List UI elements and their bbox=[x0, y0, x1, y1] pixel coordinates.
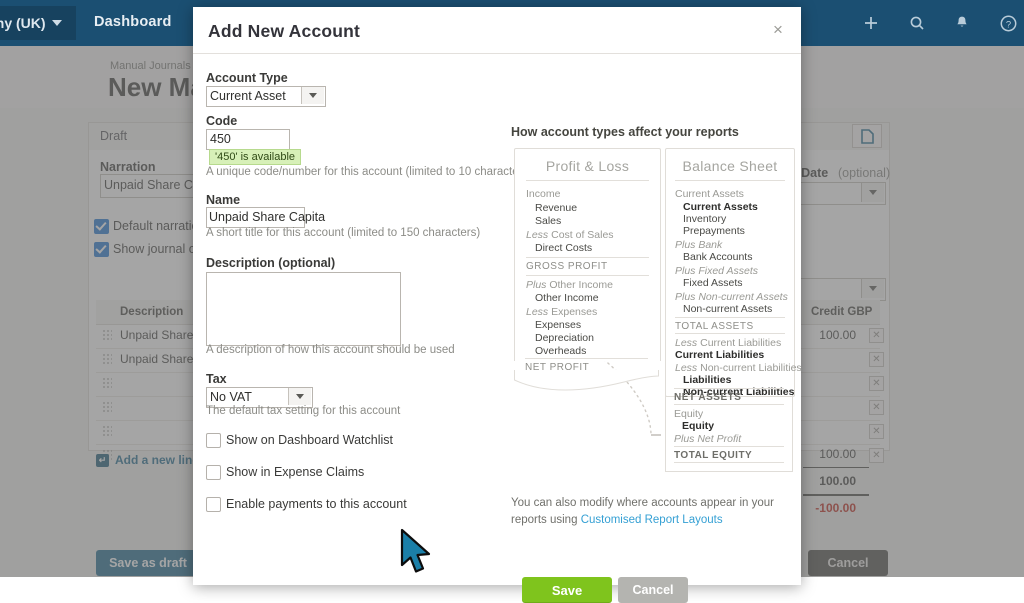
bs-line-total: NET ASSETS bbox=[674, 392, 742, 403]
pl-line-item: Overheads bbox=[535, 345, 587, 357]
pl-line-group: Less Cost of Sales bbox=[526, 229, 614, 241]
bs-line-item: Prepayments bbox=[683, 225, 745, 237]
nav-item-dashboard[interactable]: Dashboard bbox=[94, 14, 172, 30]
explain-heading: How account types affect your reports bbox=[511, 125, 739, 139]
chevron-down-icon bbox=[51, 20, 62, 26]
tax-dropdown-arrow[interactable] bbox=[288, 388, 311, 405]
pl-line-total: GROSS PROFIT bbox=[526, 261, 608, 272]
balance-sheet-card-bottom-edge bbox=[665, 471, 793, 472]
description-hint: A description of how this account should… bbox=[206, 344, 455, 356]
profit-and-loss-card: Profit & Loss Income Revenue Sales Less … bbox=[514, 148, 661, 361]
customised-report-layouts-link[interactable]: Customised Report Layouts bbox=[581, 514, 723, 526]
bs-line-item: Equity bbox=[682, 420, 715, 432]
bs-line-group: Plus Net Profit bbox=[674, 433, 742, 445]
name-label: Name bbox=[206, 193, 241, 207]
add-new-account-dialog: Add New Account × Account Type Current A… bbox=[193, 7, 802, 603]
bs-line-total: TOTAL EQUITY bbox=[674, 450, 753, 461]
tax-value: No VAT bbox=[210, 390, 252, 404]
pl-line-item: Sales bbox=[535, 215, 562, 227]
description-textarea[interactable] bbox=[206, 272, 401, 346]
balance-sheet-title: Balance Sheet bbox=[682, 158, 778, 174]
show-on-dashboard-watchlist-checkbox[interactable] bbox=[206, 433, 221, 448]
help-icon[interactable]: ? bbox=[997, 12, 1019, 34]
bs-line-total: TOTAL ASSETS bbox=[675, 321, 754, 332]
code-value: 450 bbox=[210, 132, 231, 146]
pl-line-item: Revenue bbox=[535, 202, 578, 214]
bs-line-group: Current Assets bbox=[675, 188, 744, 200]
bs-line-group: Plus Non-current Assets bbox=[675, 291, 788, 303]
name-hint: A short title for this account (limited … bbox=[206, 227, 481, 239]
enable-payments-checkbox[interactable] bbox=[206, 497, 221, 512]
balance-sheet-card: Balance Sheet Current Assets Current Ass… bbox=[665, 148, 802, 398]
pl-line-group: Plus Other Income bbox=[526, 279, 613, 291]
bs-line-item: Bank Accounts bbox=[683, 251, 753, 263]
pl-line-item: Expenses bbox=[535, 319, 582, 331]
account-type-value: Current Asset bbox=[210, 89, 286, 103]
bs-line-item: Inventory bbox=[683, 213, 727, 225]
pl-line-item: Depreciation bbox=[535, 332, 594, 344]
balance-sheet-card-left-edge bbox=[665, 395, 666, 472]
bs-line-group: Less Current Liabilities bbox=[675, 337, 782, 349]
pl-line-item: Direct Costs bbox=[535, 242, 593, 254]
code-label: Code bbox=[206, 114, 238, 128]
dialog-title: Add New Account bbox=[208, 21, 361, 41]
report-layout-note: You can also modify where accounts appea… bbox=[511, 495, 791, 528]
bs-line-item: Non-current Assets bbox=[683, 303, 773, 315]
name-value: Unpaid Share Capita bbox=[209, 210, 326, 224]
pl-card-torn-edge bbox=[514, 370, 659, 391]
dialog-header: Add New Account × bbox=[193, 7, 801, 54]
save-button-label: Save bbox=[551, 582, 583, 598]
plus-icon[interactable] bbox=[860, 12, 882, 34]
balance-sheet-card-right-edge bbox=[792, 395, 793, 472]
account-type-label: Account Type bbox=[206, 71, 288, 85]
show-on-dashboard-watchlist-label: Show on Dashboard Watchlist bbox=[226, 433, 393, 447]
close-icon[interactable]: × bbox=[767, 19, 789, 41]
search-icon[interactable] bbox=[906, 12, 928, 34]
show-in-expense-claims-checkbox[interactable] bbox=[206, 465, 221, 480]
bs-line-group: Less Non-current Liabilities bbox=[675, 362, 802, 374]
account-type-dropdown-arrow[interactable] bbox=[301, 87, 324, 104]
pl-line-group: Income bbox=[526, 188, 561, 200]
bs-line-item: Fixed Assets bbox=[683, 277, 743, 289]
enable-payments-label: Enable payments to this account bbox=[226, 497, 407, 511]
tax-label: Tax bbox=[206, 372, 227, 386]
description-label: Description (optional) bbox=[206, 256, 336, 270]
bs-line-item-selected: Current Assets bbox=[683, 201, 758, 213]
code-hint: A unique code/number for this account (l… bbox=[206, 166, 533, 178]
svg-text:?: ? bbox=[1005, 19, 1010, 30]
profit-and-loss-title: Profit & Loss bbox=[545, 158, 630, 174]
bs-line-item: Liabilities bbox=[683, 374, 732, 386]
bs-line-item: Current Liabilities bbox=[675, 349, 765, 361]
bs-line-group: Plus Fixed Assets bbox=[675, 265, 759, 277]
notifications-bell-icon[interactable] bbox=[951, 12, 973, 34]
cancel-button[interactable]: Cancel bbox=[618, 577, 688, 603]
cancel-button-label: Cancel bbox=[632, 583, 674, 597]
tax-hint: The default tax setting for this account bbox=[206, 405, 401, 417]
save-button[interactable]: Save bbox=[522, 577, 612, 603]
organisation-name: any (UK) bbox=[0, 15, 46, 31]
show-in-expense-claims-label: Show in Expense Claims bbox=[226, 465, 365, 479]
pl-line-item: Other Income bbox=[535, 292, 599, 304]
code-availability-badge: '450' is available bbox=[209, 149, 302, 165]
pl-line-group: Less Expenses bbox=[526, 306, 598, 318]
bs-line-group: Equity bbox=[674, 408, 704, 420]
organisation-switcher[interactable]: any (UK) bbox=[0, 6, 76, 40]
dialog-body: Account Type Current Asset Code 450 '450… bbox=[193, 54, 802, 603]
bs-line-group: Plus Bank bbox=[675, 239, 723, 251]
